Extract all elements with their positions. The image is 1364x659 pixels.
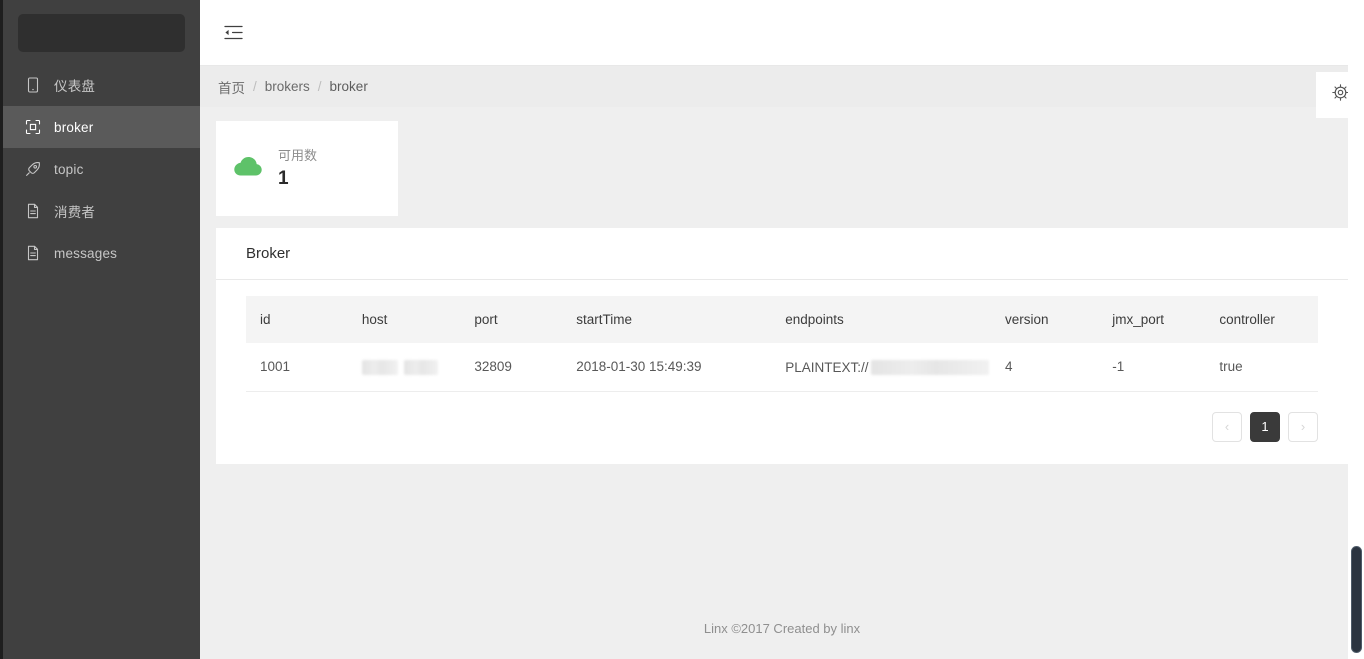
sidebar: 仪表盘 broker topic 消费者 messages (0, 0, 200, 659)
cell-endpoints: PLAINTEXT:// (771, 343, 992, 392)
column-header-starttime[interactable]: startTime (562, 296, 772, 343)
content-area: 可用数 1 Broker id host port startTime endp… (200, 107, 1364, 597)
cloud-icon (232, 154, 264, 183)
sidebar-item-topic[interactable]: topic (3, 148, 200, 190)
available-count-value: 1 (278, 168, 289, 189)
redacted-block (403, 359, 438, 375)
card-title: Broker (246, 245, 291, 262)
breadcrumb-separator: / (253, 79, 257, 94)
column-header-id[interactable]: id (246, 296, 348, 343)
column-header-version[interactable]: version (991, 296, 1099, 343)
sidebar-nav: 仪表盘 broker topic 消费者 messages (3, 64, 200, 274)
column-header-controller[interactable]: controller (1205, 296, 1318, 343)
available-count-text: 可用数 1 (278, 149, 317, 188)
sidebar-item-label: broker (54, 119, 94, 135)
column-header-jmxport[interactable]: jmx_port (1098, 296, 1206, 343)
pagination-prev-button[interactable]: ‹ (1212, 411, 1242, 442)
available-count-card: 可用数 1 (216, 121, 398, 216)
breadcrumb-item-broker: broker (329, 79, 368, 94)
app-root: 仪表盘 broker topic 消费者 messages 首页 / broke… (0, 0, 1364, 659)
file-icon (25, 245, 41, 261)
cell-jmxport: -1 (1098, 343, 1206, 392)
cell-port: 32809 (460, 343, 563, 392)
breadcrumb-item-home[interactable]: 首页 (218, 77, 245, 97)
sidebar-item-dashboard[interactable]: 仪表盘 (3, 64, 200, 106)
breadcrumb-item-brokers[interactable]: brokers (265, 79, 310, 94)
sidebar-item-messages[interactable]: messages (3, 232, 200, 274)
table-body: 1001 32809 2018-01-30 15:49:39 PLAINTEXT… (246, 343, 1318, 392)
column-header-endpoints[interactable]: endpoints (771, 296, 992, 343)
endpoints-prefix: PLAINTEXT:// (785, 359, 869, 375)
available-count-label: 可用数 (278, 148, 318, 163)
footer: Linx ©2017 Created by linx (200, 597, 1364, 659)
logo-placeholder[interactable] (18, 14, 185, 52)
broker-table-card: Broker id host port startTime endpoints … (216, 228, 1348, 464)
table-row[interactable]: 1001 32809 2018-01-30 15:49:39 PLAINTEXT… (246, 343, 1318, 392)
gear-icon (1331, 84, 1349, 106)
sidebar-item-label: topic (54, 161, 84, 177)
column-header-host[interactable]: host (347, 296, 461, 343)
cell-id: 1001 (246, 343, 348, 392)
redacted-block (361, 359, 398, 375)
sidebar-item-label: 消费者 (54, 205, 96, 220)
breadcrumb: 首页 / brokers / broker (200, 66, 1364, 107)
main-area: 首页 / brokers / broker 可用数 1 Broker id ho… (200, 0, 1364, 659)
table-head: id host port startTime endpoints version… (246, 296, 1318, 343)
cell-host (347, 343, 461, 392)
rocket-icon (25, 161, 41, 177)
card-header: Broker (216, 228, 1348, 280)
cell-controller: true (1205, 343, 1318, 392)
cell-starttime: 2018-01-30 15:49:39 (562, 343, 772, 392)
card-body: id host port startTime endpoints version… (216, 280, 1348, 464)
breadcrumb-separator: / (317, 79, 322, 94)
sidebar-item-consumer[interactable]: 消费者 (3, 190, 200, 232)
file-icon (25, 203, 41, 219)
pagination-page-1[interactable]: 1 (1250, 411, 1280, 442)
sidebar-item-label: 仪表盘 (54, 79, 96, 94)
scan-icon (25, 119, 41, 135)
tablet-icon (25, 77, 41, 93)
pagination-next-button[interactable]: › (1288, 411, 1318, 442)
sidebar-item-broker[interactable]: broker (3, 106, 200, 148)
broker-table: id host port startTime endpoints version… (246, 296, 1318, 392)
column-header-port[interactable]: port (460, 296, 563, 343)
menu-fold-icon[interactable] (218, 18, 248, 48)
footer-text: Linx ©2017 Created by linx (703, 620, 861, 636)
redacted-block (870, 359, 989, 375)
cell-version: 4 (991, 343, 1099, 392)
table-header-row: id host port startTime endpoints version… (246, 296, 1318, 343)
page-scrollbar-thumb[interactable] (1351, 546, 1362, 653)
sidebar-item-label: messages (54, 245, 118, 261)
pagination: ‹ 1 › (246, 392, 1318, 442)
topbar (200, 0, 1364, 66)
